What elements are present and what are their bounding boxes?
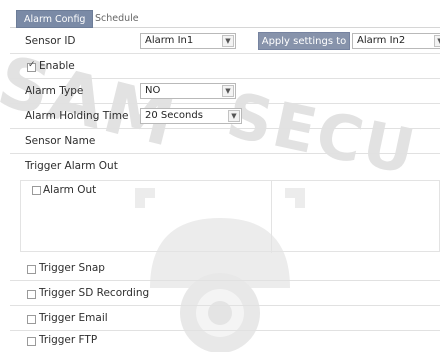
apply-settings-value: Alarm In2 <box>357 35 406 46</box>
chevron-down-icon: ▼ <box>222 35 234 47</box>
alarm-out-label: Alarm Out <box>43 184 97 196</box>
trigger-ftp-row: Trigger FTP <box>10 329 440 352</box>
trigger-snap-label: Trigger Snap <box>39 262 105 274</box>
trigger-sd-recording-checkbox[interactable] <box>27 290 36 299</box>
divider <box>10 128 440 129</box>
sensor-id-value: Alarm In1 <box>145 35 194 46</box>
chevron-down-icon: ▼ <box>434 35 440 47</box>
trigger-email-row: Trigger Email <box>10 307 440 330</box>
enable-row: Enable <box>10 55 440 78</box>
trigger-alarm-out-row: Trigger Alarm Out <box>10 155 440 178</box>
alarm-type-row: Alarm Type NO ▼ <box>10 80 440 103</box>
alarm-type-label: Alarm Type <box>25 85 84 97</box>
alarm-holding-time-value: 20 Seconds <box>145 110 203 121</box>
alarm-type-value: NO <box>145 85 161 96</box>
tab-alarm-config[interactable]: Alarm Config <box>16 10 94 28</box>
sensor-name-label: Sensor Name <box>25 135 96 147</box>
apply-settings-select[interactable]: Alarm In2 ▼ <box>352 33 440 49</box>
divider <box>10 305 440 306</box>
alarm-type-select[interactable]: NO ▼ <box>140 83 236 99</box>
alarm-out-checkbox[interactable] <box>32 186 41 195</box>
tab-schedule[interactable]: Schedule <box>88 10 146 28</box>
tab-bar: Alarm Config Schedule <box>10 6 440 28</box>
trigger-snap-checkbox[interactable] <box>27 265 36 274</box>
trigger-snap-row: Trigger Snap <box>10 257 440 280</box>
trigger-email-label: Trigger Email <box>39 312 108 324</box>
trigger-alarm-out-label: Trigger Alarm Out <box>25 160 118 172</box>
apply-settings-button[interactable]: Apply settings to <box>258 32 350 50</box>
alarm-out-panel: Alarm Out <box>20 180 440 253</box>
divider <box>10 280 440 281</box>
sensor-id-label: Sensor ID <box>25 35 76 47</box>
alarm-holding-time-row: Alarm Holding Time 20 Seconds ▼ <box>10 105 440 128</box>
alarm-holding-time-select[interactable]: 20 Seconds ▼ <box>140 108 242 124</box>
divider <box>10 153 440 154</box>
trigger-email-checkbox[interactable] <box>27 315 36 324</box>
sensor-name-row: Sensor Name <box>10 130 440 153</box>
enable-checkbox[interactable] <box>27 60 36 72</box>
divider <box>10 78 440 79</box>
sensor-id-select[interactable]: Alarm In1 ▼ <box>140 33 236 49</box>
divider <box>10 53 440 54</box>
chevron-down-icon: ▼ <box>222 85 234 97</box>
panel-divider <box>271 181 272 253</box>
chevron-down-icon: ▼ <box>228 110 240 122</box>
enable-label: Enable <box>39 60 75 72</box>
divider <box>10 103 440 104</box>
sensor-id-row: Sensor ID Alarm In1 ▼ Apply settings to … <box>10 30 440 53</box>
alarm-holding-time-label: Alarm Holding Time <box>25 110 129 122</box>
trigger-sd-recording-label: Trigger SD Recording <box>39 287 150 299</box>
trigger-sd-recording-row: Trigger SD Recording <box>10 282 440 305</box>
trigger-ftp-checkbox[interactable] <box>27 337 36 346</box>
trigger-ftp-label: Trigger FTP <box>39 334 98 346</box>
